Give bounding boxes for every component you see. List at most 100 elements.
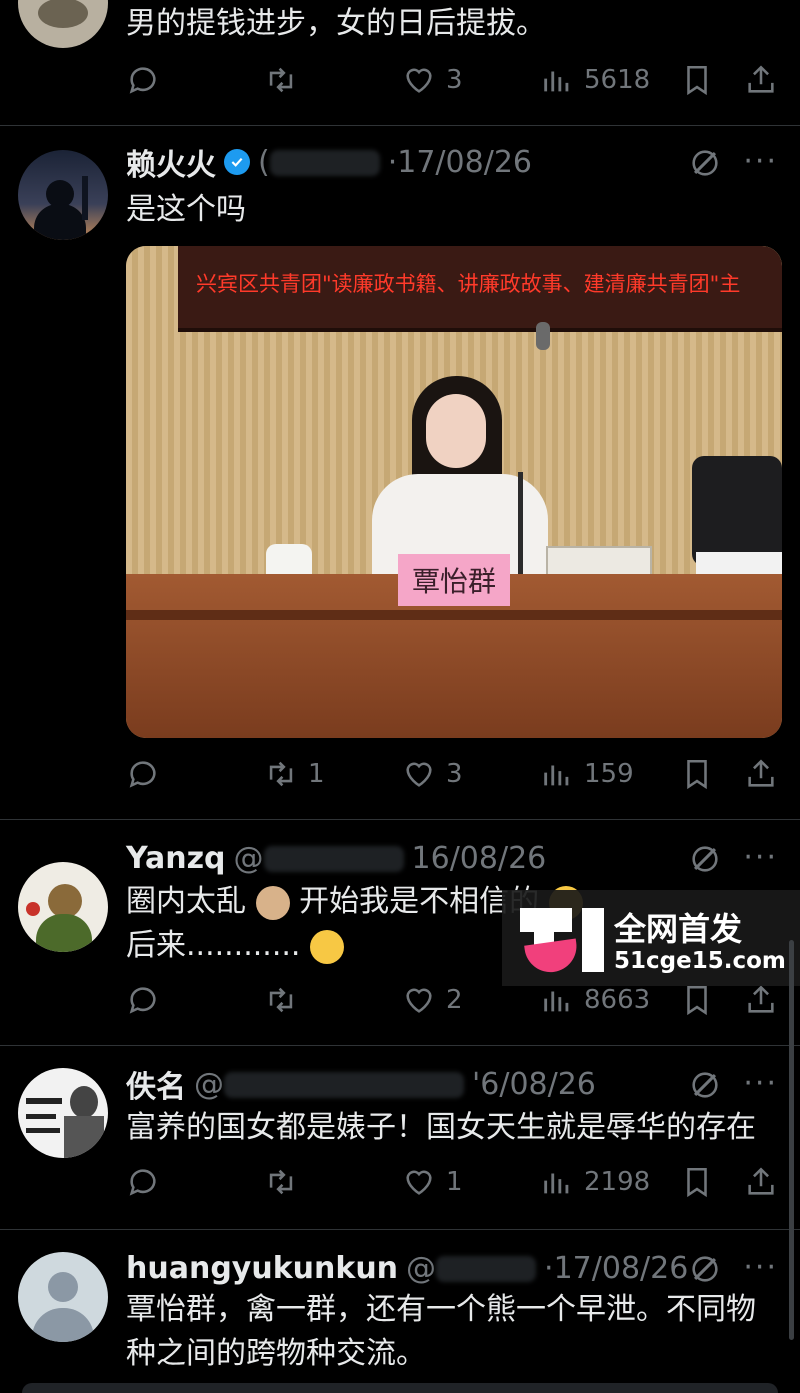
handle[interactable]: @: [234, 841, 404, 876]
views-icon: [540, 983, 574, 1017]
views-button[interactable]: 159: [540, 752, 634, 796]
more-icon[interactable]: ···: [743, 840, 778, 875]
watermark-logo: 51: [520, 904, 604, 976]
share-button[interactable]: [744, 1160, 778, 1204]
avatar[interactable]: [18, 0, 108, 48]
like-count: 3: [446, 759, 463, 789]
post-5[interactable]: huangyukunkun @ ·17/08/26 ··· 覃怡群，禽一群，还有…: [0, 1230, 800, 1393]
share-icon: [744, 983, 778, 1017]
view-count: 2198: [584, 1167, 651, 1197]
reply-icon: [126, 63, 160, 97]
grok-icon[interactable]: [688, 1252, 722, 1286]
avatar[interactable]: [18, 1252, 108, 1342]
retweet-icon: [264, 983, 298, 1017]
view-count: 5618: [584, 65, 651, 95]
post-header: Yanzq @ 16/08/26: [126, 838, 546, 878]
post-text: 富养的国女都是婊子！国女天生就是辱华的存在: [126, 1110, 756, 1145]
avatar[interactable]: [18, 862, 108, 952]
grok-icon[interactable]: [688, 842, 722, 876]
bookmark-icon: [680, 63, 714, 97]
reply-composer-edge[interactable]: [22, 1383, 778, 1393]
retweet-button[interactable]: 1: [264, 752, 325, 796]
post-text: 是这个吗: [126, 192, 246, 227]
bookmark-icon: [680, 757, 714, 791]
watermark-title: 全网首发: [614, 910, 743, 948]
like-icon: [402, 757, 436, 791]
views-button[interactable]: 2198: [540, 1160, 650, 1204]
bookmark-button[interactable]: [680, 58, 714, 102]
watermark-overlay: 51 全网首发 51cge15.com: [502, 890, 800, 986]
more-icon[interactable]: ···: [743, 1066, 778, 1101]
share-button[interactable]: [744, 752, 778, 796]
post-text: 覃怡群，禽一群，还有一个熊一个早泄。不同物种之间的跨物种交流。: [126, 1292, 756, 1371]
bookmark-button[interactable]: [680, 1160, 714, 1204]
views-icon: [540, 757, 574, 791]
action-bar: 1 2198: [126, 1160, 778, 1204]
post-1[interactable]: 男的提钱进步，女的日后提拔。 3 5618: [0, 0, 800, 126]
post-text: 男的提钱进步，女的日后提拔。: [126, 6, 546, 41]
retweet-count: 1: [308, 759, 325, 789]
like-button[interactable]: 1: [402, 1160, 463, 1204]
like-icon: [402, 63, 436, 97]
post-4[interactable]: 佚名 @ '6/08/26 ··· 富养的国女都是婊子！国女天生就是辱华的存在 …: [0, 1046, 800, 1230]
avatar[interactable]: [18, 1068, 108, 1158]
display-name[interactable]: huangyukunkun: [126, 1251, 398, 1286]
bookmark-icon: [680, 983, 714, 1017]
share-icon: [744, 63, 778, 97]
post-date[interactable]: 16/08/26: [412, 841, 547, 876]
view-count: 8663: [584, 985, 651, 1015]
retweet-button[interactable]: [264, 1160, 298, 1204]
retweet-button[interactable]: [264, 978, 298, 1022]
action-bar: 1 3 159: [126, 752, 778, 796]
share-button[interactable]: [744, 58, 778, 102]
display-name[interactable]: Yanzq: [126, 841, 226, 876]
post-header: 赖火火 ( ·17/08/26: [126, 140, 532, 184]
chair: [692, 456, 782, 566]
banner: 兴宾区共青团"读廉政书籍、讲廉政故事、建清廉共青团"主: [178, 246, 782, 332]
handle[interactable]: @: [406, 1251, 537, 1286]
desk-edge: [126, 610, 782, 620]
like-count: 3: [446, 65, 463, 95]
reply-button[interactable]: [126, 1160, 160, 1204]
grok-icon[interactable]: [688, 1068, 722, 1102]
ceiling-camera: [536, 322, 550, 350]
views-button[interactable]: 5618: [540, 58, 650, 102]
scrollbar[interactable]: [789, 940, 794, 1340]
share-icon: [744, 1165, 778, 1199]
reply-button[interactable]: [126, 978, 160, 1022]
handle[interactable]: (: [258, 145, 380, 180]
post-date[interactable]: ·17/08/26: [544, 1251, 688, 1286]
nameplate: 覃怡群: [398, 554, 510, 606]
reply-button[interactable]: [126, 752, 160, 796]
share-icon: [744, 757, 778, 791]
display-name[interactable]: 赖火火: [126, 140, 216, 184]
bookmark-button[interactable]: [680, 752, 714, 796]
like-button[interactable]: 2: [402, 978, 463, 1022]
more-icon[interactable]: ···: [743, 144, 778, 179]
retweet-button[interactable]: [264, 58, 298, 102]
post-photo[interactable]: 兴宾区共青团"读廉政书籍、讲廉政故事、建清廉共青团"主 覃怡群: [126, 246, 782, 738]
views-icon: [540, 63, 574, 97]
verified-badge-icon: [224, 149, 250, 175]
avatar[interactable]: [18, 150, 108, 240]
handle[interactable]: @: [194, 1067, 464, 1102]
watermark-domain: 51cge15.com: [614, 948, 786, 974]
like-button[interactable]: 3: [402, 752, 463, 796]
facepalm-emoji-icon: [255, 885, 290, 920]
reply-button[interactable]: [126, 58, 160, 102]
reply-icon: [126, 757, 160, 791]
like-icon: [402, 1165, 436, 1199]
post-date[interactable]: ·17/08/26: [388, 145, 532, 180]
like-count: 1: [446, 1167, 463, 1197]
action-bar: 3 5618: [126, 58, 778, 102]
grok-icon[interactable]: [688, 146, 722, 180]
like-button[interactable]: 3: [402, 58, 463, 102]
upside-down-face-emoji-icon: [309, 929, 344, 964]
display-name[interactable]: 佚名: [126, 1062, 186, 1106]
woman-face: [426, 394, 486, 468]
more-icon[interactable]: ···: [743, 1250, 778, 1285]
like-icon: [402, 983, 436, 1017]
post-date[interactable]: '6/08/26: [472, 1067, 596, 1102]
reply-icon: [126, 1165, 160, 1199]
views-icon: [540, 1165, 574, 1199]
